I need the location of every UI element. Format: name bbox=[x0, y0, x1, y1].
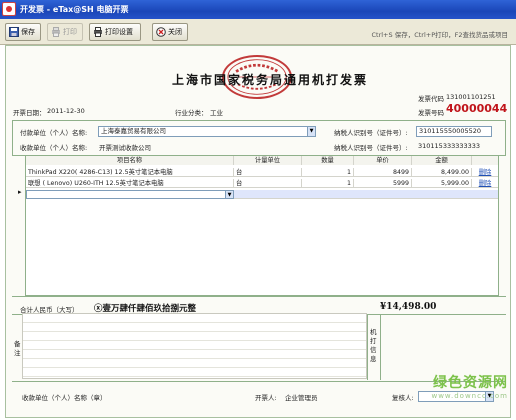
col-item-name: 项目名称 bbox=[26, 156, 234, 165]
printer-settings-icon bbox=[94, 27, 102, 37]
item-qty[interactable]: 1 bbox=[302, 179, 354, 188]
save-button[interactable]: 保存 bbox=[5, 23, 41, 41]
issue-date-value: 2011-12-30 bbox=[47, 107, 85, 115]
item-price[interactable]: 8499 bbox=[354, 168, 412, 177]
table-row-new[interactable]: ▼ bbox=[26, 190, 498, 199]
printer-icon bbox=[52, 27, 60, 37]
table-header: 项目名称 计量单位 数量 单价 金额 bbox=[26, 156, 498, 165]
close-icon bbox=[156, 27, 166, 37]
invoice-number-value: 40000044 bbox=[446, 102, 508, 115]
payee-label: 收款单位（个人）名称: bbox=[20, 144, 88, 152]
payer-label: 付款单位（个人）名称: bbox=[20, 129, 88, 137]
invoice-title: 上海市国家税务局通用机打发票 bbox=[171, 73, 368, 87]
invoice-number-label: 发票号码 bbox=[418, 109, 444, 117]
item-unit[interactable]: 台 bbox=[234, 168, 302, 177]
delete-row-link[interactable]: 删除 bbox=[472, 168, 498, 177]
table-row[interactable]: ThinkPad X220( 4286-C13) 12.5英寸笔记本电脑 台 1… bbox=[26, 168, 498, 177]
invoice-code-value: 131001101251 bbox=[446, 93, 496, 101]
payee-tax-id-label: 纳税人识别号（证件号）: bbox=[334, 144, 408, 152]
delete-row-link[interactable]: 删除 bbox=[472, 179, 498, 188]
item-name[interactable]: ThinkPad X220( 4286-C13) 12.5英寸笔记本电脑 bbox=[26, 168, 234, 177]
payee-value: 开票测试收款公司 bbox=[99, 144, 151, 152]
item-unit[interactable]: 台 bbox=[234, 179, 302, 188]
remark-label: 备注 bbox=[14, 340, 21, 357]
close-button[interactable]: 关闭 bbox=[152, 23, 188, 41]
save-icon bbox=[9, 27, 19, 37]
issuer-label: 开票人: bbox=[255, 394, 277, 402]
divider bbox=[12, 296, 506, 297]
current-row-marker-icon: ▸ bbox=[18, 188, 22, 196]
payee-tax-id-value: 310115333333333 bbox=[418, 142, 481, 150]
industry-value: 工业 bbox=[210, 109, 223, 117]
col-price: 单价 bbox=[354, 156, 412, 165]
item-qty[interactable]: 1 bbox=[302, 168, 354, 177]
payee-sign-label: 收款单位（个人）名称（章） bbox=[22, 394, 107, 402]
app-icon bbox=[2, 2, 16, 16]
new-item-select[interactable]: ▼ bbox=[26, 190, 234, 199]
item-name[interactable]: 联想 ( Lenovo) U260-ITH 12.5英寸笔记本电脑 bbox=[26, 179, 234, 188]
remark-textarea[interactable] bbox=[22, 313, 367, 379]
divider bbox=[380, 314, 381, 380]
print-settings-button[interactable]: 打印设置 bbox=[89, 23, 141, 41]
watermark-line1: 绿色资源网 bbox=[433, 375, 508, 391]
items-table: 项目名称 计量单位 数量 单价 金额 ThinkPad X220( 4286-C… bbox=[25, 155, 499, 296]
watermark: 绿色资源网 www.downcc.com bbox=[368, 372, 508, 400]
invoice-code-label: 发票代码 bbox=[418, 95, 444, 103]
payer-select[interactable]: 上海泰嘉贸易有限公司 ▼ bbox=[98, 126, 316, 137]
chevron-down-icon[interactable]: ▼ bbox=[307, 127, 315, 136]
col-action bbox=[472, 156, 498, 165]
toolbar: 保存 打印 打印设置 关闭 Ctrl+S 保存，Ctrl+P打印，F2查找货品或… bbox=[0, 19, 516, 45]
item-amount: 5,999.00 bbox=[412, 179, 472, 188]
shortcut-hint: Ctrl+S 保存，Ctrl+P打印，F2查找货品或项目 bbox=[371, 31, 508, 39]
issuer-value: 企业管理员 bbox=[285, 394, 318, 402]
issue-date-label: 开票日期： bbox=[13, 109, 46, 117]
window-title: 开发票 - eTax@SH 电脑开票 bbox=[20, 5, 129, 14]
print-button[interactable]: 打印 bbox=[47, 23, 83, 41]
col-amount: 金额 bbox=[412, 156, 472, 165]
window-titlebar: 开发票 - eTax@SH 电脑开票 bbox=[0, 0, 516, 19]
item-price[interactable]: 5999 bbox=[354, 179, 412, 188]
total-amount: ¥14,498.00 bbox=[380, 302, 437, 312]
payer-tax-id-label: 纳税人识别号（证件号）: bbox=[334, 129, 408, 137]
col-unit: 计量单位 bbox=[234, 156, 302, 165]
col-quantity: 数量 bbox=[302, 156, 354, 165]
machine-info-label: 机打信息 bbox=[370, 328, 377, 363]
divider bbox=[367, 314, 368, 380]
industry-label: 行业分类： bbox=[175, 109, 208, 117]
item-amount: 8,499.00 bbox=[412, 168, 472, 177]
table-row[interactable]: 联想 ( Lenovo) U260-ITH 12.5英寸笔记本电脑 台 1 59… bbox=[26, 179, 498, 188]
chevron-down-icon[interactable]: ▼ bbox=[225, 191, 233, 198]
payer-tax-id-input[interactable]: 310115550005520 bbox=[416, 126, 492, 137]
watermark-line2: www.downcc.com bbox=[431, 392, 508, 400]
